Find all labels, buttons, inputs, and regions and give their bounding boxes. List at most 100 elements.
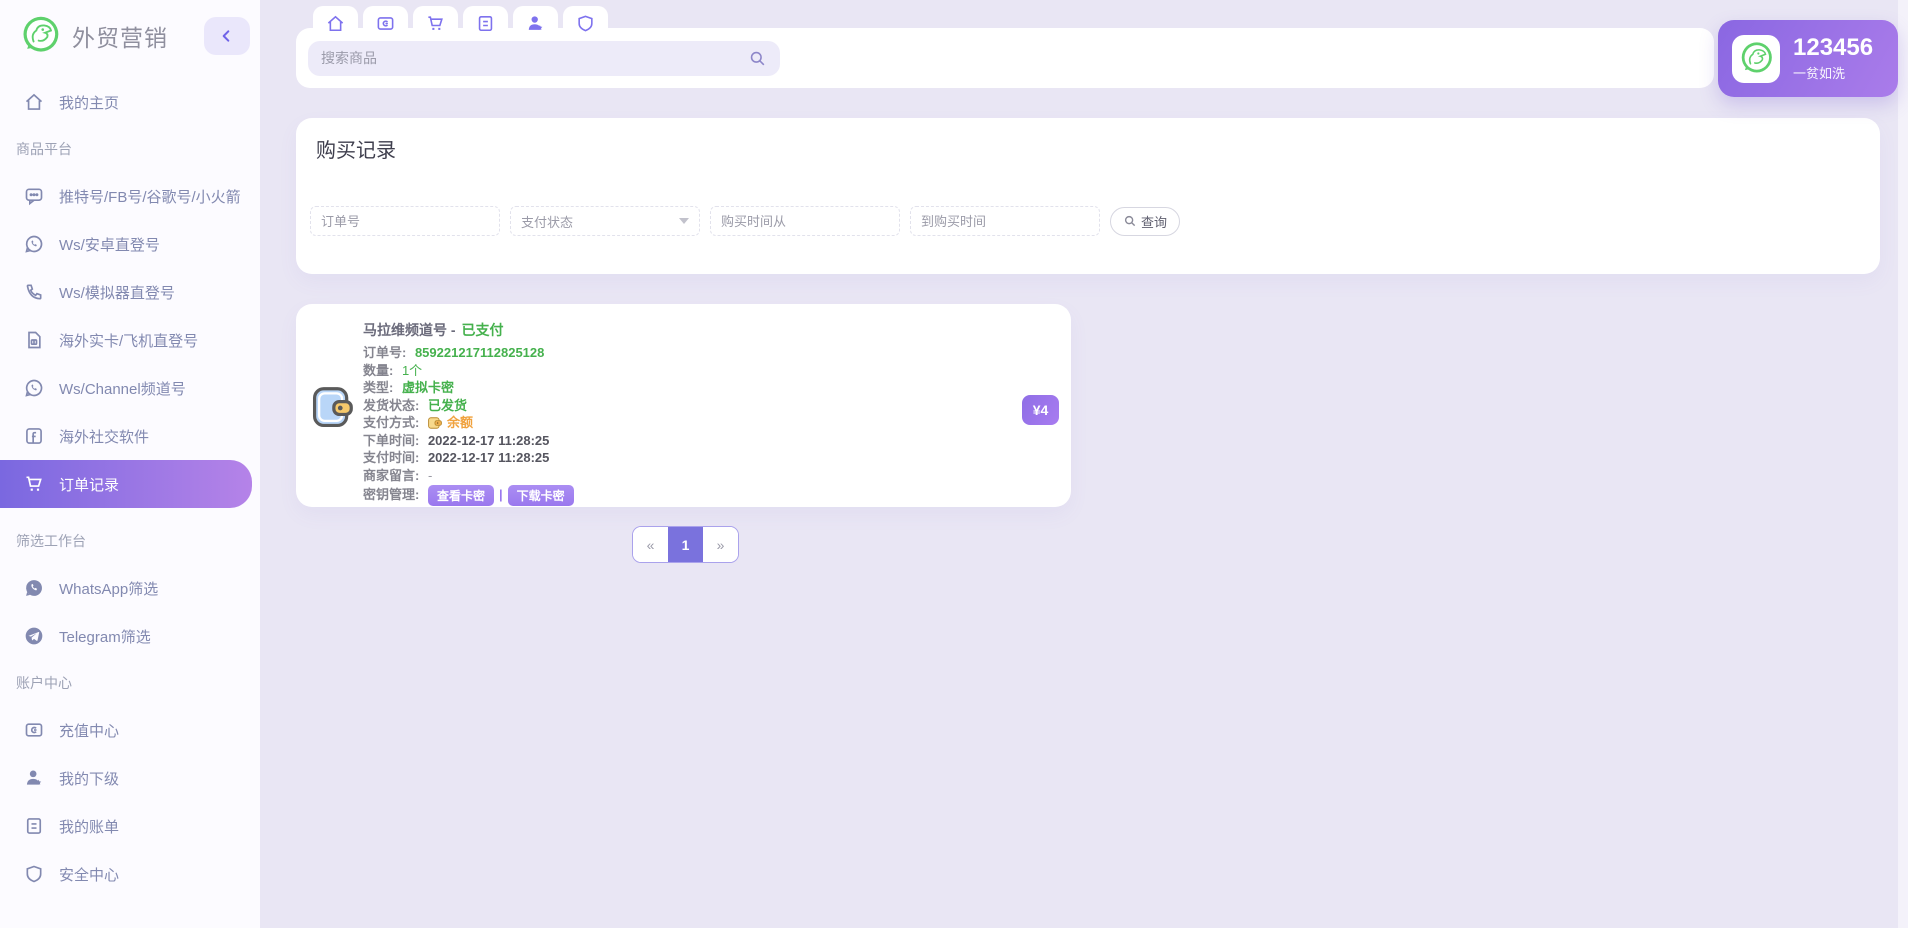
sidebar-item-overseas-social[interactable]: 海外社交软件	[0, 412, 260, 460]
ship-status-value: 已发货	[428, 398, 467, 415]
tab-home[interactable]	[313, 6, 358, 40]
facebook-icon	[24, 426, 44, 446]
sidebar-item-ws-emulator[interactable]: Ws/模拟器直登号	[0, 268, 260, 316]
sidebar-item-label: Ws/Channel频道号	[59, 378, 186, 399]
sidebar-item-label: 订单记录	[59, 474, 119, 495]
order-details: 马拉维频道号 - 已支付 订单号: 859221217112825128 数量:…	[363, 320, 574, 506]
order-row-number: 订单号: 859221217112825128	[363, 345, 574, 362]
order-row-order-time: 下单时间: 2022-12-17 11:28:25	[363, 433, 574, 450]
user-star-icon	[526, 14, 545, 33]
shield-icon	[24, 864, 44, 884]
sidebar-item-recharge-center[interactable]: 充值中心	[0, 706, 260, 754]
avatar	[1732, 35, 1780, 83]
query-button-label: 查询	[1141, 212, 1167, 231]
button-divider: |	[499, 487, 503, 504]
pay-method-value: 余额	[447, 415, 473, 432]
pagination: « 1 »	[632, 526, 739, 563]
sidebar-item-whatsapp-filter[interactable]: WhatsApp筛选	[0, 564, 260, 612]
whatsapp-icon	[24, 378, 44, 398]
sidebar-section-filter-workbench: 筛选工作台	[0, 518, 260, 564]
pay-time-value: 2022-12-17 11:28:25	[428, 450, 549, 467]
product-wallet-image	[310, 384, 354, 432]
sidebar-item-twitter-fb-google[interactable]: 推特号/FB号/谷歌号/小火箭	[0, 172, 260, 220]
price-badge: ¥4	[1022, 395, 1059, 425]
search-placeholder: 搜索商品	[321, 48, 377, 68]
user-account-badge[interactable]: 123456 一贫如洗	[1718, 20, 1898, 97]
sidebar: 外贸营销 我的主页 商品平台 推特号/FB号/谷歌号/小火箭 Ws/安卓直登号 …	[0, 0, 260, 928]
view-key-button[interactable]: 查看卡密	[428, 485, 494, 506]
sidebar-item-telegram-filter[interactable]: Telegram筛选	[0, 612, 260, 660]
pagination-next-button[interactable]: »	[703, 527, 738, 562]
bill-icon	[24, 816, 44, 836]
pay-status-select[interactable]: 支付状态	[510, 206, 700, 236]
app-logo-icon	[18, 14, 62, 58]
tab-security[interactable]	[563, 6, 608, 40]
tab-subordinates[interactable]	[513, 6, 558, 40]
mini-wallet-icon	[428, 417, 442, 429]
sidebar-item-label: WhatsApp筛选	[59, 578, 158, 599]
sidebar-item-my-bills[interactable]: 我的账单	[0, 802, 260, 850]
pay-status-value: 已支付	[461, 322, 503, 338]
time-from-input[interactable]	[710, 206, 900, 236]
sidebar-item-label: 海外社交软件	[59, 426, 149, 447]
separator: -	[451, 322, 456, 338]
wallet-card-icon	[376, 14, 395, 33]
order-row-quantity: 数量: 1个	[363, 363, 574, 380]
user-star-icon	[24, 768, 44, 788]
order-row-merchant-note: 商家留言: -	[363, 468, 574, 485]
sidebar-item-order-records[interactable]: 订单记录	[0, 460, 252, 508]
scrollbar-track[interactable]	[1898, 0, 1908, 928]
sidebar-item-label: 海外实卡/飞机直登号	[59, 330, 198, 351]
sidebar-item-label: 推特号/FB号/谷歌号/小火箭	[59, 186, 241, 207]
sidebar-item-label: 我的下级	[59, 768, 119, 789]
sidebar-item-home[interactable]: 我的主页	[0, 78, 260, 126]
product-search-input[interactable]: 搜索商品	[308, 41, 780, 76]
sidebar-item-ws-channel[interactable]: Ws/Channel频道号	[0, 364, 260, 412]
page-title: 购买记录	[316, 134, 396, 163]
sidebar-item-my-subordinates[interactable]: 我的下级	[0, 754, 260, 802]
sidebar-menu: 我的主页 商品平台 推特号/FB号/谷歌号/小火箭 Ws/安卓直登号 Ws/模拟…	[0, 78, 260, 898]
sidebar-item-ws-android[interactable]: Ws/安卓直登号	[0, 220, 260, 268]
purchase-records-panel: 购买记录 支付状态 查询	[296, 118, 1880, 274]
order-row-pay-method: 支付方式: 余额	[363, 415, 574, 432]
sidebar-item-security-center[interactable]: 安全中心	[0, 850, 260, 898]
app-title: 外贸营销	[72, 19, 194, 53]
download-key-button[interactable]: 下载卡密	[508, 485, 574, 506]
sidebar-item-label: 我的主页	[59, 92, 119, 113]
sidebar-item-label: 我的账单	[59, 816, 119, 837]
pagination-prev-button[interactable]: «	[633, 527, 668, 562]
shield-icon	[576, 14, 595, 33]
tab-bills[interactable]	[463, 6, 508, 40]
user-motto: 一贫如洗	[1793, 63, 1873, 82]
filter-row: 支付状态 查询	[310, 206, 1180, 236]
type-value: 虚拟卡密	[402, 380, 454, 397]
order-row-pay-time: 支付时间: 2022-12-17 11:28:25	[363, 450, 574, 467]
sidebar-item-label: Ws/安卓直登号	[59, 234, 160, 255]
quick-tabs	[313, 6, 608, 40]
tab-orders[interactable]	[413, 6, 458, 40]
cart-icon	[24, 474, 44, 494]
whatsapp-icon	[24, 234, 44, 254]
pagination-page-1[interactable]: 1	[668, 527, 703, 562]
sidebar-item-label: 充值中心	[59, 720, 119, 741]
sidebar-collapse-button[interactable]	[204, 17, 250, 55]
wallet-card-icon	[24, 720, 44, 740]
sidebar-section-products: 商品平台	[0, 126, 260, 172]
search-icon[interactable]	[748, 49, 767, 68]
telegram-icon	[24, 626, 44, 646]
cart-icon	[426, 14, 445, 33]
tab-recharge[interactable]	[363, 6, 408, 40]
home-icon	[326, 14, 345, 33]
sidebar-item-label: 安全中心	[59, 864, 119, 885]
order-row-type: 类型: 虚拟卡密	[363, 380, 574, 397]
search-icon	[1123, 214, 1137, 228]
product-name: 马拉维频道号	[363, 322, 447, 338]
order-number-input[interactable]	[310, 206, 500, 236]
sidebar-item-label: Ws/模拟器直登号	[59, 282, 175, 303]
whatsapp-filled-icon	[24, 578, 44, 598]
sidebar-item-overseas-sim[interactable]: 海外实卡/飞机直登号	[0, 316, 260, 364]
time-to-input[interactable]	[910, 206, 1100, 236]
query-button[interactable]: 查询	[1110, 207, 1180, 236]
logo-row: 外贸营销	[0, 0, 260, 68]
order-number-value: 859221217112825128	[415, 345, 544, 362]
